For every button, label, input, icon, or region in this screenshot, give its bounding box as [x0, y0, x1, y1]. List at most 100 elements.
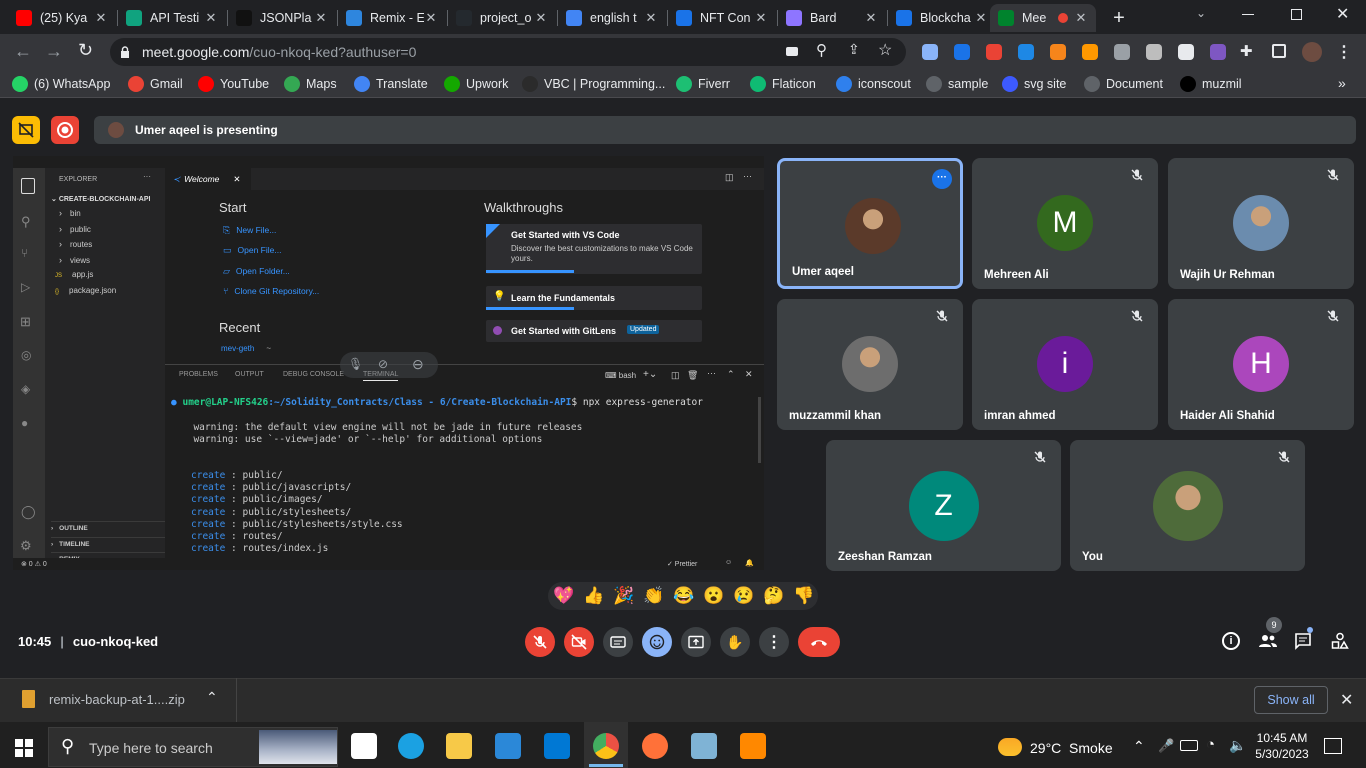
more-options-button[interactable]: ⋮: [759, 627, 789, 657]
kill-terminal-icon[interactable]: 🗑: [687, 370, 698, 381]
panel-tab-problems[interactable]: PROBLEMS: [179, 371, 218, 378]
bookmark-item[interactable]: Fiverr: [676, 74, 730, 94]
manage-gear-icon[interactable]: ⚙: [20, 538, 32, 554]
editor-more-icon[interactable]: ···: [743, 171, 752, 181]
explorer-more-icon[interactable]: ···: [143, 172, 151, 181]
leave-call-button[interactable]: [798, 627, 840, 657]
browser-tab[interactable]: JSONPla ✕: [228, 4, 336, 32]
vlc-icon[interactable]: [740, 733, 766, 759]
show-all-button[interactable]: Show all: [1254, 686, 1328, 714]
address-bar[interactable]: meet.google.com/cuo-nkoq-ked?authuser=0 …: [110, 38, 906, 66]
browser-tab[interactable]: (25) Kya ✕: [8, 4, 116, 32]
extensions-icon[interactable]: ⊞: [20, 314, 31, 330]
mic-toggle-button[interactable]: [525, 627, 555, 657]
file-tree-item[interactable]: › public: [59, 224, 91, 234]
close-tab-icon[interactable]: ✕: [534, 10, 548, 26]
explorer-section-timeline[interactable]: › TIMELINE: [51, 536, 165, 548]
walkthrough-gitlens[interactable]: Get Started with GitLens Updated: [486, 320, 702, 342]
start-link[interactable]: ▭ Open File...: [223, 245, 281, 256]
file-tree-item[interactable]: › routes: [59, 239, 92, 249]
vpn-icon[interactable]: [1018, 44, 1034, 60]
close-window-button[interactable]: ✕: [1336, 4, 1349, 24]
panel-tab-debug-console[interactable]: DEBUG CONSOLE: [283, 371, 344, 378]
reaction-emoji-button[interactable]: 💖: [552, 586, 576, 606]
bookmark-item[interactable]: sample: [926, 74, 988, 94]
volume-icon[interactable]: 🔈: [1229, 737, 1246, 754]
pen-icon[interactable]: [1114, 44, 1130, 60]
bookmark-item[interactable]: Gmail: [128, 74, 183, 94]
camera-in-use-icon[interactable]: [786, 47, 798, 56]
bookmark-item[interactable]: (6) WhatsApp: [12, 74, 110, 94]
firefox-relay-icon[interactable]: [954, 44, 970, 60]
bookmark-item[interactable]: Maps: [284, 74, 337, 94]
terminal-shell[interactable]: ⌨ bash: [605, 371, 636, 380]
restore-button[interactable]: [1291, 9, 1302, 20]
close-tab-icon[interactable]: ✕: [1074, 10, 1088, 26]
minimize-button[interactable]: [1242, 14, 1254, 15]
project-folder[interactable]: ⌄ CREATE-BLOCKCHAIN-API: [51, 195, 150, 203]
raise-hand-button[interactable]: ✋: [720, 627, 750, 657]
more-bookmarks-icon[interactable]: »: [1338, 75, 1346, 91]
close-tab-icon[interactable]: ✕: [974, 10, 988, 26]
notepad-icon[interactable]: [691, 733, 717, 759]
close-tab-icon[interactable]: ✕: [754, 10, 768, 26]
zoom-icon[interactable]: ⚲: [816, 41, 827, 59]
reaction-emoji-button[interactable]: 👎: [792, 586, 816, 606]
new-terminal-icon[interactable]: +⌄: [643, 369, 657, 380]
bookmark-item[interactable]: iconscout: [836, 74, 911, 94]
walkthrough-vscode[interactable]: Get Started with VS Code Discover the be…: [486, 224, 702, 274]
clipper-icon[interactable]: [1082, 44, 1098, 60]
notification-center-icon[interactable]: [1324, 738, 1342, 754]
close-tab-icon[interactable]: ✕: [204, 10, 218, 26]
close-tab-icon[interactable]: ✕: [864, 10, 878, 26]
browser-tab[interactable]: english t ✕: [558, 4, 666, 32]
float-mic-off-icon[interactable]: 🎙: [348, 357, 363, 371]
file-tree-item[interactable]: {} package.json: [55, 286, 116, 295]
tab-welcome[interactable]: ≺ Welcome ✕: [165, 168, 251, 190]
browser-tab[interactable]: Bard ✕: [778, 4, 886, 32]
file-tree-item[interactable]: › bin: [59, 208, 81, 218]
bookmark-item[interactable]: svg site: [1002, 74, 1066, 94]
chrome-menu-icon[interactable]: ⋮: [1336, 42, 1352, 62]
new-tab-button[interactable]: +: [1106, 6, 1132, 30]
start-link[interactable]: ⑂ Clone Git Repository...: [223, 286, 319, 296]
file-explorer-icon[interactable]: [446, 733, 472, 759]
close-downloads-icon[interactable]: ✕: [1340, 690, 1353, 710]
close-tab-icon[interactable]: ✕: [644, 10, 658, 26]
bookmark-item[interactable]: Document: [1084, 74, 1163, 94]
firefox-icon[interactable]: [642, 733, 668, 759]
recent-item[interactable]: mev-geth ~: [221, 344, 271, 353]
record-button[interactable]: [51, 116, 79, 144]
bookmark-item[interactable]: Flaticon: [750, 74, 816, 94]
bookmark-star-icon[interactable]: ☆: [878, 40, 892, 60]
split-editor-icon[interactable]: ◫: [725, 172, 734, 183]
reaction-emoji-button[interactable]: 🎉: [612, 586, 636, 606]
browser-tab[interactable]: Remix - E ✕: [338, 4, 446, 32]
explorer-icon[interactable]: [21, 178, 35, 194]
browser-tab[interactable]: Mee ✕: [990, 4, 1096, 32]
reaction-emoji-button[interactable]: 😢: [732, 586, 756, 606]
weather-text[interactable]: 29°C Smoke: [1030, 740, 1113, 756]
task-view-icon[interactable]: [351, 733, 377, 759]
file-tree-item[interactable]: JS app.js: [55, 270, 93, 279]
extension-icon[interactable]: [922, 44, 938, 60]
highlighter-icon[interactable]: [1178, 44, 1194, 60]
activities-button[interactable]: [1331, 632, 1349, 650]
download-filename[interactable]: remix-backup-at-1....zip: [49, 692, 185, 707]
bookmark-item[interactable]: Upwork: [444, 74, 508, 94]
start-link[interactable]: ⎘ New File...: [223, 225, 276, 236]
account-icon[interactable]: ◯: [21, 504, 36, 520]
wifi-icon[interactable]: ◔: [1206, 736, 1215, 753]
problems-status[interactable]: ⊗ 0 ⚠ 0: [21, 560, 47, 568]
browser-tab[interactable]: project_o ✕: [448, 4, 556, 32]
captions-button[interactable]: [603, 627, 633, 657]
source-control-icon[interactable]: ⑂: [21, 246, 28, 260]
reaction-emoji-button[interactable]: 👍: [582, 586, 606, 606]
chat-button[interactable]: [1294, 632, 1312, 650]
panel-more-icon[interactable]: ···: [707, 368, 716, 378]
reaction-emoji-button[interactable]: 😂: [672, 586, 696, 606]
reaction-emoji-button[interactable]: 🤔: [762, 586, 786, 606]
bookmark-item[interactable]: VBC | Programming...: [522, 74, 665, 94]
split-terminal-icon[interactable]: ◫: [671, 370, 680, 381]
puzzle-extensions-icon[interactable]: ✚: [1240, 42, 1253, 60]
